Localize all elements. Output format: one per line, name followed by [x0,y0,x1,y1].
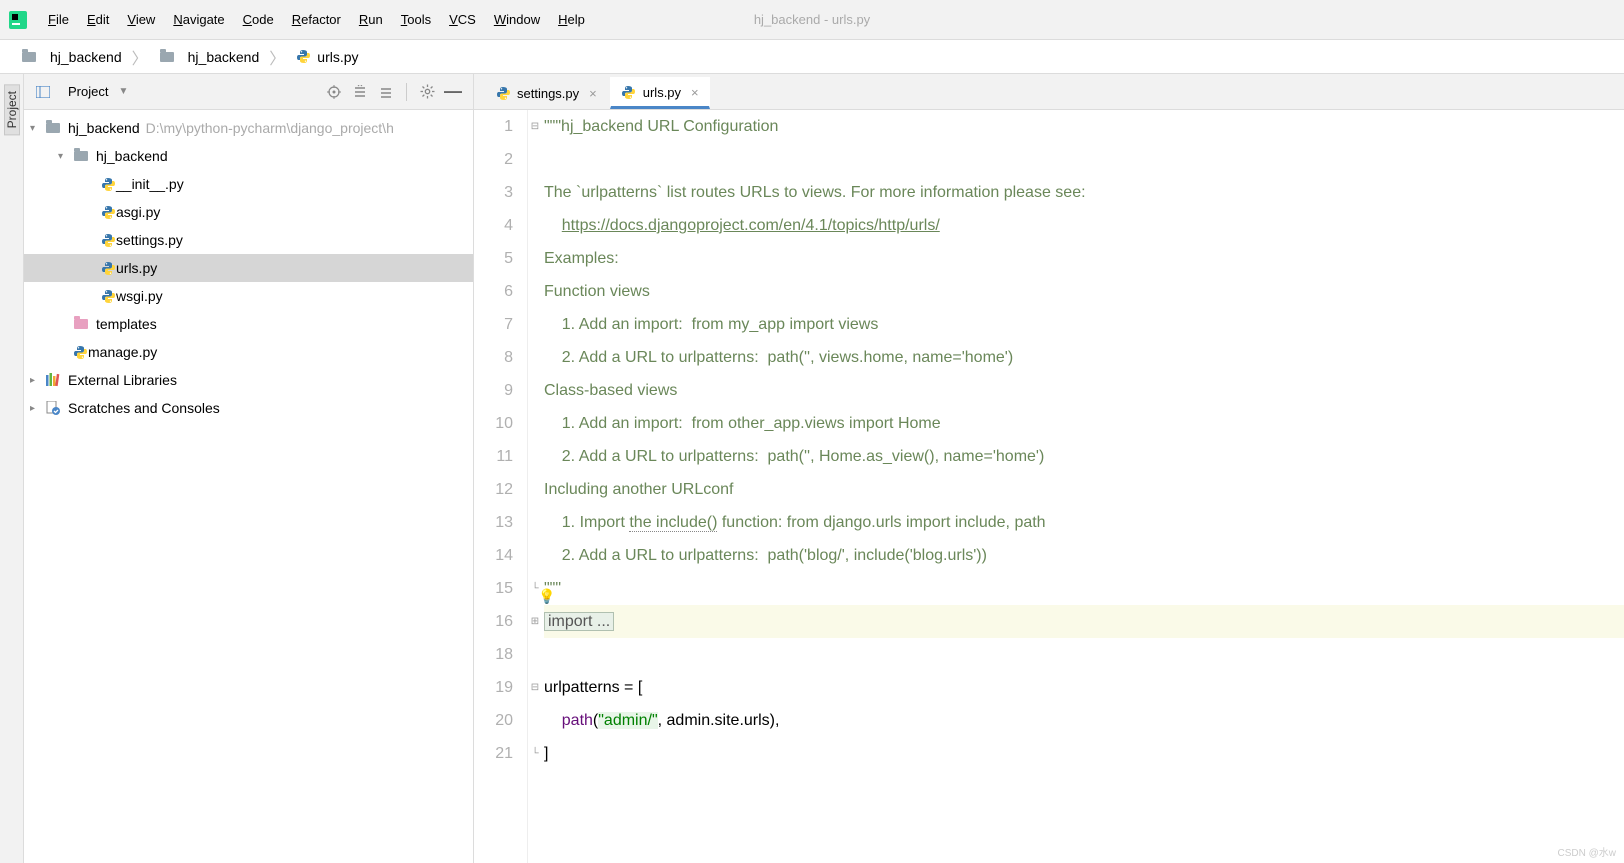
project-panel: Project ▼ — ▾hj_backendD:\my\python-pych… [24,74,474,863]
tree-item-templates[interactable]: templates [24,310,473,338]
tree-item-settings-py[interactable]: settings.py [24,226,473,254]
separator [406,83,407,101]
main-menu: FileEditViewNavigateCodeRefactorRunTools… [40,8,593,31]
intention-bulb-icon[interactable]: 💡 [538,580,555,613]
breadcrumb-item[interactable]: hj_backend [10,48,132,66]
editor-tab-settings-py[interactable]: settings.py× [484,77,608,109]
line-gutter: 1234567891011121314151618192021 [474,110,528,863]
pycharm-logo-icon [8,10,28,30]
tree-item-hj_backend[interactable]: ▾hj_backend [24,142,473,170]
tool-window-rail: Project [0,74,24,863]
menu-tools[interactable]: Tools [393,8,439,31]
code-content[interactable]: """hj_backend URL ConfigurationThe `urlp… [542,110,1624,863]
code-editor[interactable]: 1234567891011121314151618192021 ⊟└⊞⊟└ ""… [474,110,1624,863]
fold-column[interactable]: ⊟└⊞⊟└ [528,110,542,863]
hide-icon[interactable]: — [443,82,463,102]
tree-item-__init__-py[interactable]: __init__.py [24,170,473,198]
locate-icon[interactable] [324,82,344,102]
menu-window[interactable]: Window [486,8,548,31]
editor-tabs: settings.py×urls.py× [474,74,1624,110]
menu-help[interactable]: Help [550,8,593,31]
editor-area: settings.py×urls.py× 1234567891011121314… [474,74,1624,863]
dropdown-icon[interactable]: ▼ [118,86,128,97]
menu-edit[interactable]: Edit [79,8,117,31]
breadcrumb-item[interactable]: urls.py [285,49,368,65]
menu-navigate[interactable]: Navigate [165,8,232,31]
menu-file[interactable]: File [40,8,77,31]
menu-view[interactable]: View [119,8,163,31]
tree-item-hj_backend[interactable]: ▾hj_backendD:\my\python-pycharm\django_p… [24,114,473,142]
project-tool-button[interactable]: Project [4,84,20,135]
tree-item-asgi-py[interactable]: asgi.py [24,198,473,226]
watermark: CSDN @水w [1558,844,1617,859]
panel-title: Project [68,84,108,99]
project-tree[interactable]: ▾hj_backendD:\my\python-pycharm\django_p… [24,110,473,863]
chevron-right-icon: 〉 [132,45,148,69]
tree-item-external-libraries[interactable]: ▸External Libraries [24,366,473,394]
collapse-all-icon[interactable] [376,82,396,102]
menu-vcs[interactable]: VCS [441,8,484,31]
chevron-right-icon: 〉 [269,45,285,69]
menu-code[interactable]: Code [235,8,282,31]
menu-bar: FileEditViewNavigateCodeRefactorRunTools… [0,0,1624,40]
menu-run[interactable]: Run [351,8,391,31]
close-icon[interactable]: × [589,86,597,101]
breadcrumb-item[interactable]: hj_backend [148,48,270,66]
close-icon[interactable]: × [691,85,699,100]
menu-refactor[interactable]: Refactor [284,8,349,31]
tree-item-scratches-and-consoles[interactable]: ▸Scratches and Consoles [24,394,473,422]
expand-all-icon[interactable] [350,82,370,102]
tree-item-urls-py[interactable]: urls.py [24,254,473,282]
window-title: hj_backend - urls.py [754,12,870,27]
editor-tab-urls-py[interactable]: urls.py× [610,77,710,109]
gear-icon[interactable] [417,82,437,102]
tree-item-wsgi-py[interactable]: wsgi.py [24,282,473,310]
breadcrumb-bar: hj_backend〉hj_backend〉urls.py [0,40,1624,74]
project-panel-header: Project ▼ — [24,74,473,110]
tree-item-manage-py[interactable]: manage.py [24,338,473,366]
project-view-icon [34,83,52,101]
